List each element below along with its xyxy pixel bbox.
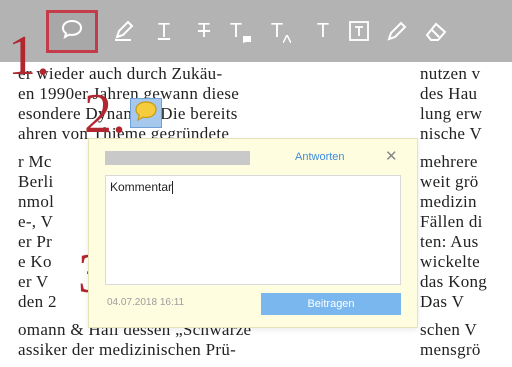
insert-text-tool[interactable]: T [268,16,294,46]
underline-tool[interactable]: T [151,16,177,46]
text-replace-icon: T [230,20,252,43]
submit-comment-button[interactable]: Beitragen [261,293,401,315]
author-name-redacted [105,151,250,165]
text-line: wickelte [420,252,480,271]
highlight-pen-icon [112,20,134,42]
replace-text-tool[interactable]: T [228,16,254,46]
text-line: nmol [18,192,55,211]
text-line: ten: Aus [420,232,479,251]
text-line: mensgrö [420,340,481,359]
text-line: e Ko [18,252,52,271]
text-line: den 2 [18,292,57,311]
reply-link[interactable]: Antworten [295,151,345,163]
pencil-icon [386,20,408,42]
text-insert-icon: T [271,20,292,43]
highlight-pen-tool[interactable] [110,16,136,46]
comment-note-icon [134,100,158,127]
eraser-icon [424,20,450,42]
text-cursor [172,181,174,195]
comment-timestamp: 04.07.2018 16:11 [107,297,185,308]
text-line: mehrere [420,152,478,171]
text-tool[interactable]: T [310,16,336,46]
text-tool-icon: T [316,19,330,42]
text-line: esondere Dynamik: Die bereits [18,104,238,123]
text-line: Fällen di [420,212,483,231]
text-line: medizin [420,192,477,211]
text-line: weit grö [420,172,479,191]
text-line: Berli [18,172,54,191]
comment-icon [61,19,83,44]
step-marker-2: 2. [84,83,126,145]
comment-tool-button[interactable] [46,10,98,53]
text-line: das Kong [420,272,488,291]
text-line: e-, V [18,212,54,231]
comment-note-marker[interactable] [130,98,162,128]
textbox-tool[interactable] [346,16,372,46]
text-line: Das V [420,292,465,311]
strikethrough-tool[interactable]: T [191,16,217,46]
text-line: r Mc [18,152,52,171]
comment-text-value: Kommentar [110,180,173,194]
text-underline-icon: T [157,19,171,42]
text-line: lung erw [420,104,483,123]
text-line: des Hau [420,84,478,103]
text-line: en 1990er Jahren gewann diese [18,84,240,103]
text-line: nische V [420,124,483,143]
text-strikethrough-icon: T [197,19,211,42]
close-icon[interactable]: ✕ [385,147,398,165]
annotation-toolbar: T T T T T [0,0,512,62]
text-line: schen V [420,320,478,339]
textbox-icon [348,20,370,42]
text-line: er Pr [18,232,53,251]
text-line: er V [18,272,49,291]
comment-popup: Antworten ✕ Kommentar 04.07.2018 16:11 B… [88,138,418,328]
step-marker-1: 1. [8,25,50,87]
text-line: assiker der medizinischen Prü- [18,340,237,359]
comment-textarea[interactable]: Kommentar [105,175,401,285]
text-line: nutzen v [420,64,481,83]
eraser-tool[interactable] [424,16,450,46]
pencil-tool[interactable] [384,16,410,46]
